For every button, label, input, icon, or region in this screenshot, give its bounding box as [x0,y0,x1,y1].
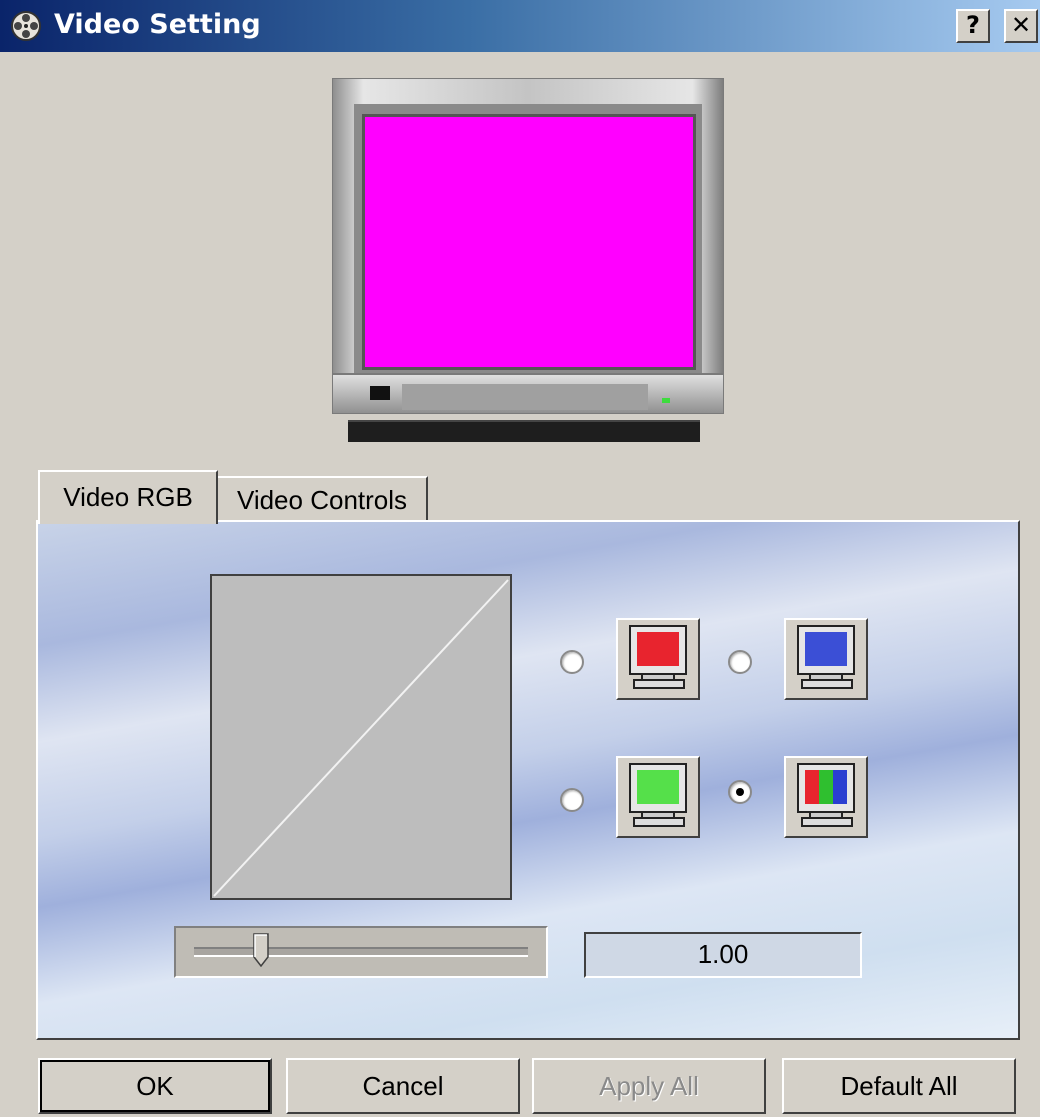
red-monitor-icon [629,625,687,689]
window-title: Video Setting [54,9,261,40]
gamma-slider[interactable] [174,926,548,978]
radio-red[interactable] [560,650,584,674]
slider-track [194,947,528,957]
gamma-curve [210,574,512,900]
green-monitor-icon [629,763,687,827]
preview-screen [362,114,696,370]
apply-all-button[interactable]: Apply All [532,1058,766,1114]
rgb-monitor-icon [797,763,855,827]
gamma-value: 1.00 [584,932,862,978]
radio-selected-dot [736,788,744,796]
blue-channel-button[interactable] [784,618,868,700]
rgb-channel-button[interactable] [784,756,868,838]
gamma-curve-line [213,579,509,897]
close-icon: ✕ [1010,11,1032,39]
ok-button[interactable]: OK [38,1058,272,1114]
green-channel-button[interactable] [616,756,700,838]
radio-blue[interactable] [728,650,752,674]
close-button[interactable]: ✕ [1004,9,1038,43]
default-all-button[interactable]: Default All [782,1058,1016,1114]
tab-video-rgb[interactable]: Video RGB [38,470,218,524]
help-button[interactable]: ? [956,9,990,43]
radio-green[interactable] [560,788,584,812]
film-reel-icon [11,11,41,41]
slider-thumb[interactable] [253,933,269,967]
red-channel-button[interactable] [616,618,700,700]
radio-all[interactable] [728,780,752,804]
video-rgb-panel: 1.00 [36,520,1020,1040]
monitor-stand [348,420,700,442]
blue-monitor-icon [797,625,855,689]
tab-video-controls[interactable]: Video Controls [218,476,428,522]
cancel-button[interactable]: Cancel [286,1058,520,1114]
title-bar: Video Setting ? ✕ [0,0,1040,52]
